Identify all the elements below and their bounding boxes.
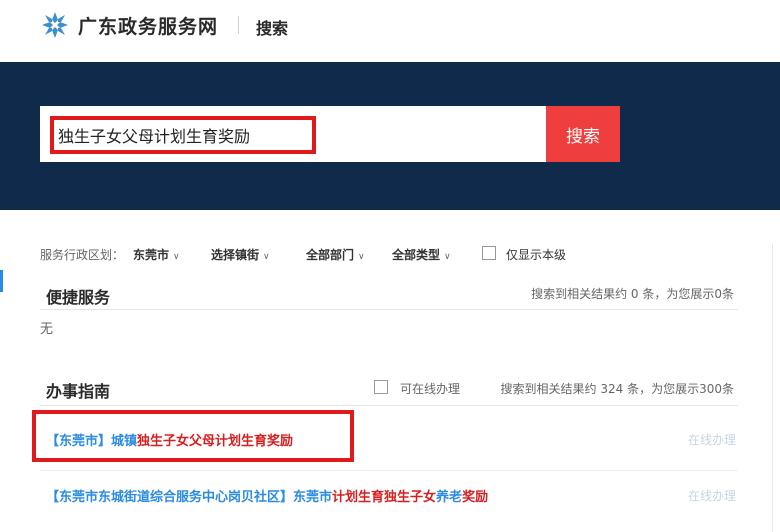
- city-filter-value: 东莞市: [133, 248, 170, 262]
- result-title-part: 东莞市: [293, 490, 333, 505]
- online-handle-link-2[interactable]: 在线办理: [688, 487, 736, 504]
- section-divider: [40, 405, 738, 406]
- convenient-services-title: 便捷服务: [46, 288, 111, 307]
- search-button[interactable]: 搜索: [546, 106, 620, 162]
- result-link-2[interactable]: 【东莞市东城街道综合服务中心岗贝社区】东莞市计划生育独生子女养老奖励: [46, 486, 488, 505]
- section-divider: [40, 309, 738, 310]
- guide-summary: 搜索到相关结果约 324 条，为您展示300条: [500, 382, 734, 396]
- chevron-down-icon: ∨: [173, 252, 180, 262]
- result-title-part: 养老: [436, 490, 463, 505]
- region-filter-label: 服务行政区划：: [40, 248, 125, 262]
- city-filter-dropdown[interactable]: 东莞市 ∨: [133, 246, 180, 263]
- snowflake-logo-icon[interactable]: [40, 10, 70, 40]
- empty-result-text: 无: [40, 322, 54, 337]
- town-filter-dropdown[interactable]: 选择镇街 ∨: [211, 246, 270, 263]
- department-filter-value: 全部部门: [306, 248, 355, 262]
- online-handle-link-1[interactable]: 在线办理: [688, 431, 736, 448]
- type-filter-value: 全部类型: [392, 248, 441, 262]
- search-box: [40, 106, 546, 162]
- annotation-highlight-box: [32, 410, 354, 462]
- type-filter-dropdown[interactable]: 全部类型 ∨: [392, 246, 451, 263]
- chevron-down-icon: ∨: [444, 252, 451, 262]
- search-input[interactable]: [50, 116, 316, 154]
- row-divider: [40, 470, 738, 471]
- search-nav-link[interactable]: 搜索: [256, 15, 288, 39]
- result-keyword: 奖励: [462, 490, 489, 505]
- local-only-checkbox[interactable]: [482, 246, 496, 260]
- online-filter-label[interactable]: 可在线办理: [400, 380, 460, 397]
- header-divider: [238, 16, 239, 34]
- chevron-down-icon: ∨: [263, 252, 270, 262]
- guide-title: 办事指南: [46, 382, 111, 401]
- top-header: 广东政务服务网 搜索: [0, 0, 780, 62]
- department-filter-dropdown[interactable]: 全部部门 ∨: [306, 246, 365, 263]
- convenient-services-summary: 搜索到相关结果约 0 条，为您展示0条: [531, 287, 734, 301]
- local-only-label[interactable]: 仅显示本级: [506, 246, 566, 263]
- chevron-down-icon: ∨: [358, 252, 365, 262]
- result-region: 【东莞市东城街道综合服务中心岗贝社区】: [46, 490, 294, 505]
- result-keyword: 计划生育独生子女: [332, 490, 437, 505]
- left-nav-accent: [0, 270, 3, 292]
- right-border: [772, 244, 773, 532]
- site-title[interactable]: 广东政务服务网: [78, 12, 218, 39]
- online-filter-checkbox[interactable]: [374, 380, 388, 394]
- town-filter-value: 选择镇街: [211, 248, 260, 262]
- search-hero-banner: 搜索: [0, 62, 780, 210]
